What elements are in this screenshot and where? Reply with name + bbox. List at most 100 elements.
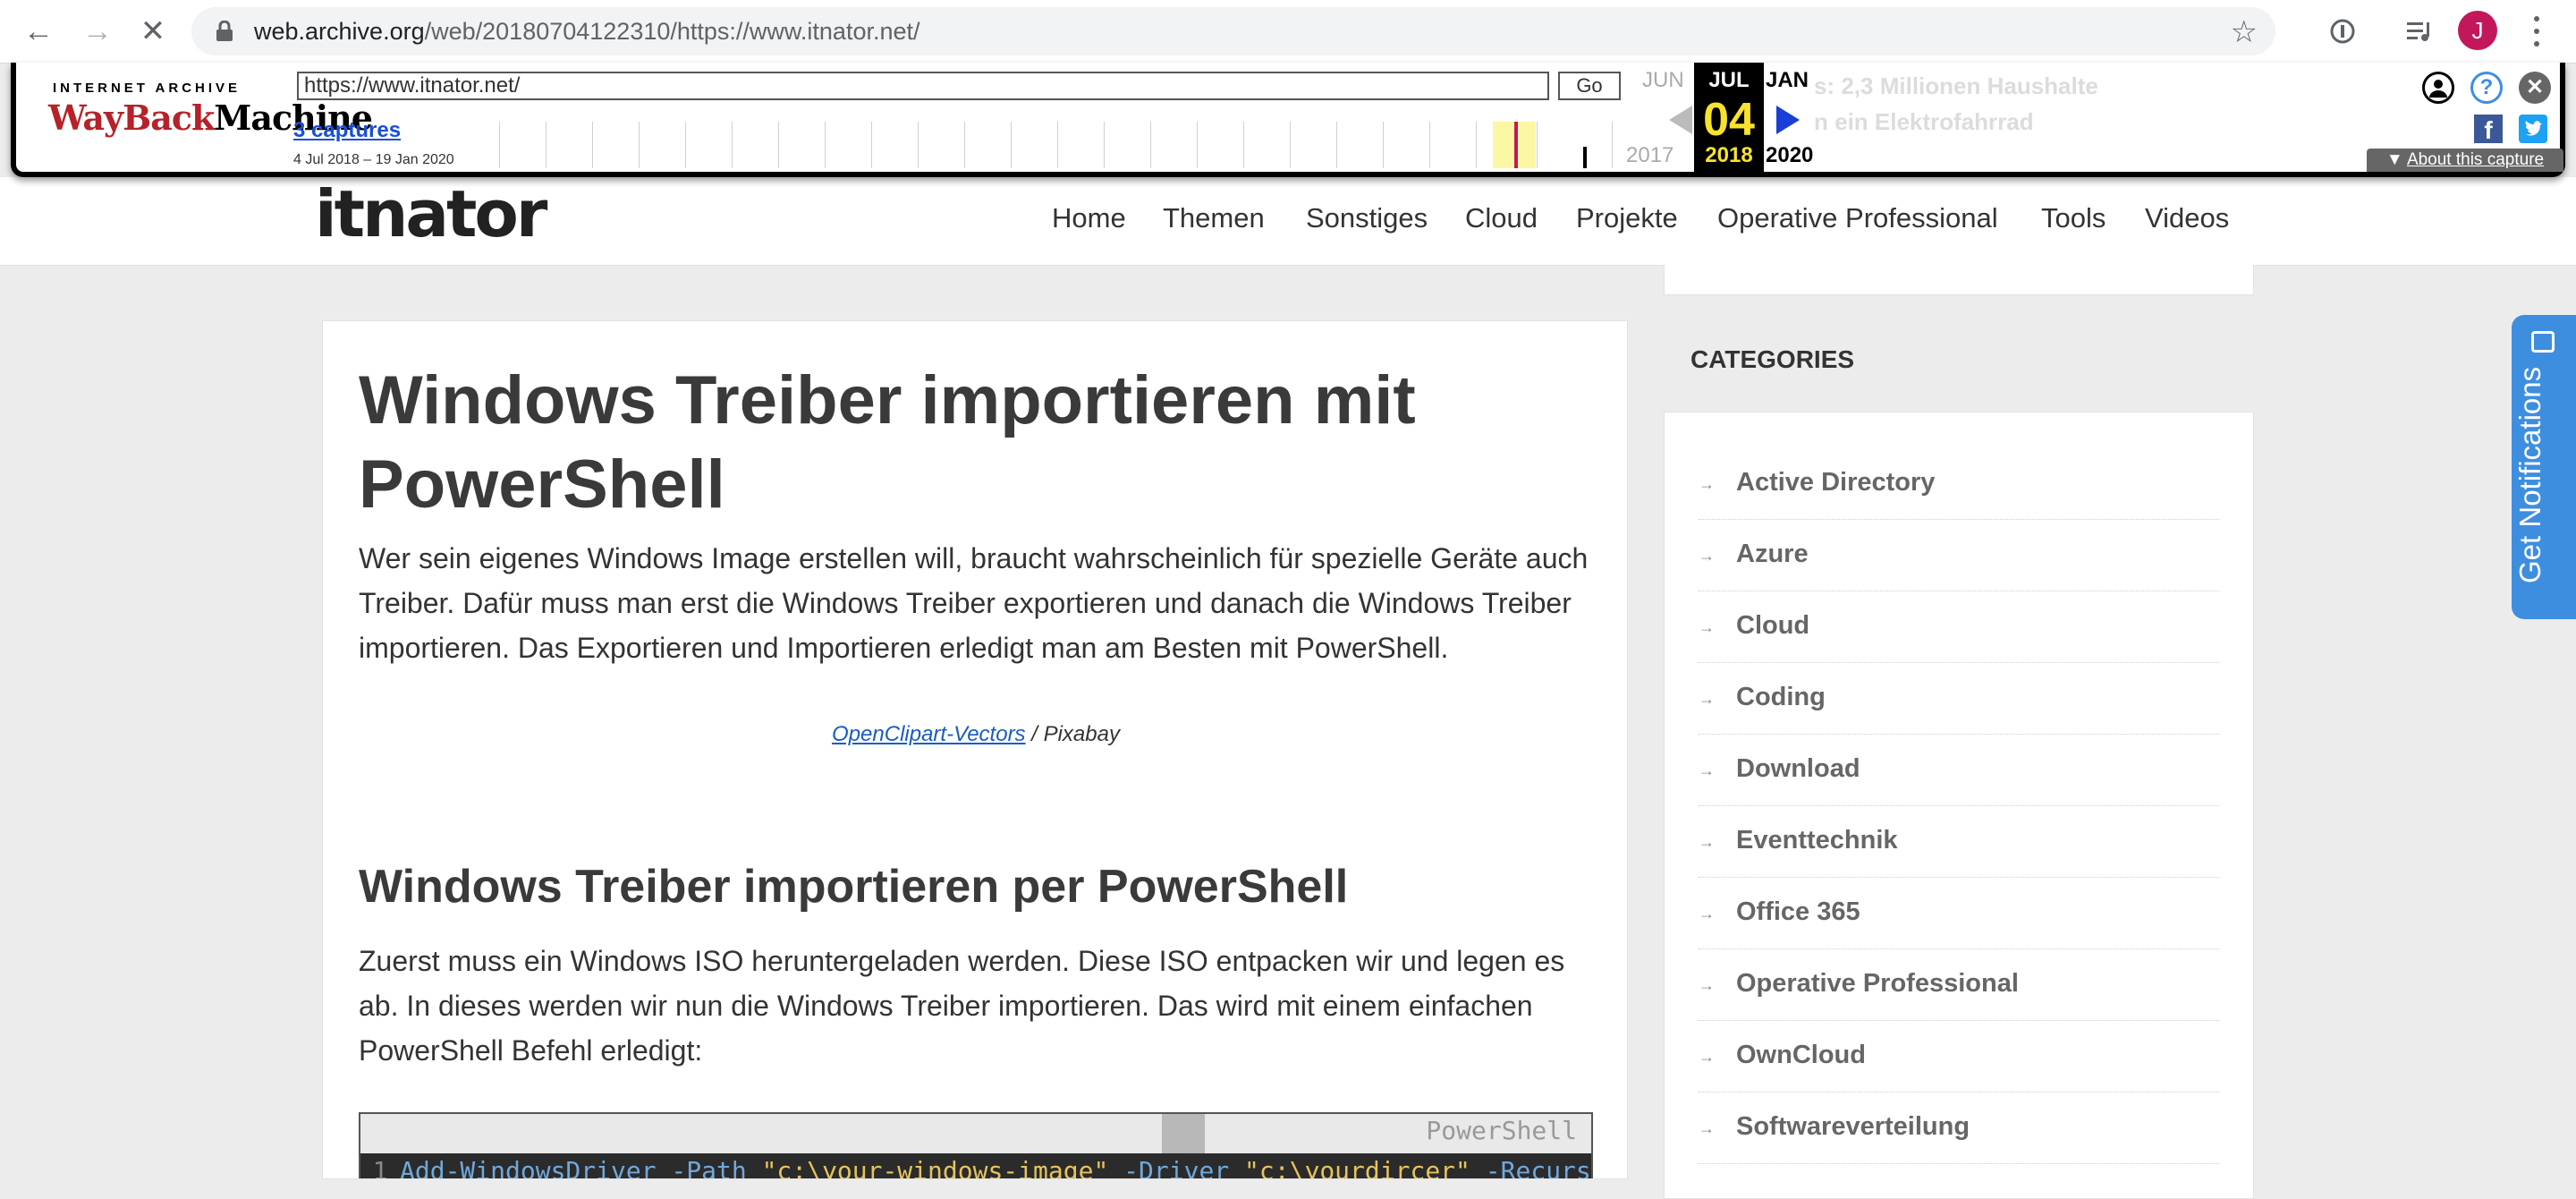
category-label[interactable]: OwnCloud [1736, 1041, 1866, 1070]
nav-item-videos[interactable]: Videos [2145, 202, 2229, 234]
category-item[interactable]: → Active Directory [1699, 448, 2219, 520]
nav-item-projekte[interactable]: Projekte [1576, 202, 1678, 234]
categories-heading: CATEGORIES [1690, 345, 1855, 373]
category-item[interactable]: → Operative Professional [1699, 949, 2219, 1021]
current-month: JUL [1708, 68, 1750, 92]
section-heading: Windows Treiber importieren per PowerShe… [359, 861, 1349, 913]
categories-widget: → Active Directory → Azure → Cloud → Coding … [1664, 412, 2254, 1199]
extension-info-icon[interactable] [2322, 11, 2363, 52]
category-item[interactable]: → Azure [1699, 520, 2219, 591]
next-month[interactable]: JAN [1766, 68, 1809, 93]
code-block[interactable]: PowerShell 1 Add-WindowsDriver -Path "c:\… [359, 1112, 1593, 1179]
category-label[interactable]: Office 365 [1736, 897, 1860, 927]
prev-capture-arrow-icon[interactable] [1669, 106, 1692, 134]
browser-menu-icon[interactable] [2522, 11, 2549, 52]
section-paragraph: Zuerst muss ein Windows ISO heruntergela… [359, 945, 1565, 1067]
background-headline-line: s: 2,3 Millionen Haushalte [1814, 72, 2098, 99]
profile-avatar[interactable]: J [2458, 11, 2497, 50]
article-title: Windows Treiber importieren mit PowerShe… [359, 362, 1416, 523]
code-scroll-handle[interactable] [1162, 1114, 1205, 1153]
nav-item-tools[interactable]: Tools [2041, 202, 2106, 234]
arrow-right-icon: → [1699, 976, 1715, 994]
media-playlist-icon[interactable] [2399, 11, 2440, 52]
back-arrow-icon[interactable]: ← [18, 11, 59, 52]
arrow-right-icon: → [1699, 1048, 1715, 1066]
arrow-right-icon: → [1699, 547, 1715, 565]
arrow-right-icon: → [1699, 833, 1715, 851]
background-headline-text: s: 2,3 Millionen Haushalte n ein Elektro… [1814, 68, 2098, 140]
forward-arrow-icon[interactable]: → [77, 11, 118, 52]
category-item[interactable]: → Office 365 [1699, 878, 2219, 949]
category-label[interactable]: Download [1736, 754, 1860, 784]
category-label[interactable]: Softwareverteilung [1736, 1112, 1970, 1142]
facebook-share-icon[interactable]: f [2474, 115, 2503, 144]
help-question-icon[interactable]: ? [2470, 72, 2503, 104]
get-notifications-tab[interactable]: Get Notifications [2512, 315, 2576, 619]
get-notifications-label: Get Notifications [2513, 366, 2546, 583]
sidebar-widget-bottom [1664, 265, 2254, 295]
category-label[interactable]: Operative Professional [1736, 969, 2019, 999]
url-path: /web/20180704122310/https://www.itnator.… [424, 18, 920, 45]
nav-item-home[interactable]: Home [1052, 202, 1126, 234]
category-label[interactable]: Active Directory [1736, 468, 1935, 497]
bookmark-star-icon[interactable]: ☆ [2231, 14, 2258, 50]
nav-item-themen[interactable]: Themen [1163, 202, 1265, 234]
category-item[interactable]: → Softwareverteilung [1699, 1093, 2219, 1164]
image-credit: OpenClipart-Vectors / Pixabay [323, 722, 1627, 747]
category-label[interactable]: Azure [1736, 540, 1809, 569]
category-item[interactable]: → Cloud [1699, 591, 2219, 663]
category-item[interactable]: → Eventtechnik [1699, 806, 2219, 878]
category-item[interactable]: → Download [1699, 735, 2219, 806]
sparkline-capture-mark [1583, 147, 1587, 168]
next-year[interactable]: 2020 [1766, 143, 1813, 168]
sparkline-capture-mark [1514, 122, 1518, 168]
url-host: web.archive.org [254, 18, 425, 45]
captures-date-range: 4 Jul 2018 – 19 Jan 2020 [293, 152, 454, 167]
image-credit-source: / Pixabay [1025, 722, 1120, 746]
category-item[interactable]: → OwnCloud [1699, 1021, 2219, 1093]
notification-bell-icon [2531, 331, 2555, 353]
next-capture-arrow-icon[interactable] [1776, 106, 1800, 134]
article-intro: Wer sein eigenes Windows Image erstellen… [359, 542, 1589, 664]
site-logo[interactable]: itnator [315, 177, 547, 251]
current-day: 04 [1703, 94, 1755, 146]
current-capture-date: JUL 04 2018 [1694, 63, 1764, 172]
article-card: Windows Treiber importieren mit PowerShe… [322, 320, 1628, 1179]
arrow-right-icon: → [1699, 1119, 1715, 1137]
nav-item-operative-professional[interactable]: Operative Professional [1717, 202, 1998, 234]
nav-item-cloud[interactable]: Cloud [1465, 202, 1538, 234]
code-token: -Driver [1108, 1156, 1245, 1179]
address-bar[interactable]: web.archive.org/web/20180704122310/https… [191, 7, 2275, 55]
about-capture-button[interactable]: ▼ About this capture [2367, 149, 2563, 172]
prev-month[interactable]: JUN [1642, 68, 1684, 93]
current-year: 2018 [1705, 143, 1753, 167]
category-label[interactable]: Eventtechnik [1736, 826, 1898, 855]
site-header: itnator Home Themen Sonstiges Cloud Proj… [0, 177, 2576, 266]
code-token: "c:\yourdircer" [1244, 1156, 1470, 1179]
category-label[interactable]: Cloud [1736, 611, 1809, 641]
captures-link[interactable]: 3 captures [293, 118, 401, 143]
close-toolbar-icon[interactable]: ✕ [2519, 72, 2551, 104]
code-token: "c:\your-windows-image" [761, 1156, 1109, 1179]
wayback-logo[interactable]: INTERNET ARCHIVE WayBackMachine [48, 81, 373, 152]
image-credit-link[interactable]: OpenClipart-Vectors [832, 722, 1026, 746]
arrow-right-icon: → [1699, 905, 1715, 923]
nav-item-sonstiges[interactable]: Sonstiges [1306, 202, 1428, 234]
stop-loading-icon[interactable]: ✕ [132, 11, 174, 52]
category-label[interactable]: Coding [1736, 683, 1826, 712]
arrow-right-icon: → [1699, 618, 1715, 636]
code-token: Add-WindowsDriver -Path [400, 1156, 762, 1179]
lock-icon [216, 21, 233, 41]
about-capture-label: About this capture [2406, 150, 2545, 169]
wayback-go-button[interactable]: Go [1558, 72, 1621, 100]
twitter-share-icon[interactable] [2519, 115, 2547, 143]
url-text: web.archive.org/web/20180704122310/https… [254, 7, 920, 55]
wayback-logo-word1: WayBack [48, 98, 215, 138]
category-item[interactable]: → Coding [1699, 663, 2219, 735]
captures-sparkline[interactable] [499, 122, 1613, 168]
user-account-icon[interactable] [2422, 72, 2454, 104]
wayback-url-input[interactable]: https://www.itnator.net/ [297, 72, 1549, 100]
arrow-right-icon: → [1699, 690, 1715, 708]
code-language-label: PowerShell [1426, 1116, 1577, 1145]
prev-year[interactable]: 2017 [1626, 143, 1674, 168]
